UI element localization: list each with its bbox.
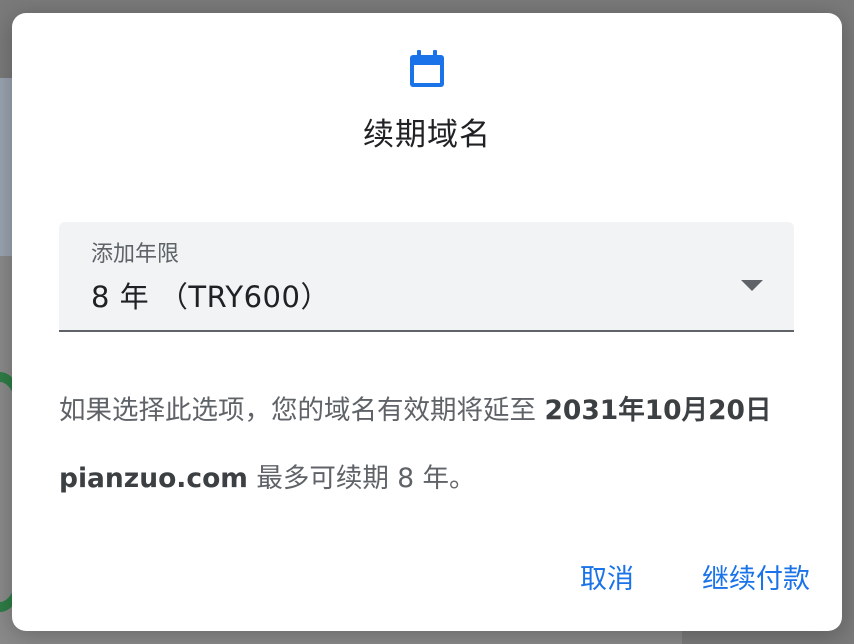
background-strip (0, 78, 12, 256)
expiry-date: 2031年10月20日 (544, 395, 772, 426)
renewal-description: 如果选择此选项，您的域名有效期将延至 2031年10月20日 pianzuo.co… (59, 377, 819, 513)
years-select-value: 8 年 （TRY600） (91, 280, 330, 314)
years-select-label: 添加年限 (91, 242, 180, 267)
description-suffix: 最多可续期 8 年。 (247, 463, 476, 494)
dialog-actions: 取消 继续付款 (580, 557, 810, 596)
calendar-icon (410, 50, 444, 87)
continue-payment-button[interactable]: 继续付款 (702, 557, 810, 596)
cancel-button[interactable]: 取消 (580, 557, 634, 596)
dialog-title: 续期域名 (363, 117, 491, 153)
dropdown-arrow-icon[interactable] (741, 280, 763, 291)
domain-name: pianzuo.com (59, 463, 248, 494)
description-prefix: 如果选择此选项，您的域名有效期将延至 (59, 395, 545, 426)
renew-domain-dialog: 续期域名 添加年限 8 年 （TRY600） 如果选择此选项，您的域名有效期将延… (12, 13, 842, 631)
years-select[interactable]: 添加年限 8 年 （TRY600） (59, 222, 794, 332)
